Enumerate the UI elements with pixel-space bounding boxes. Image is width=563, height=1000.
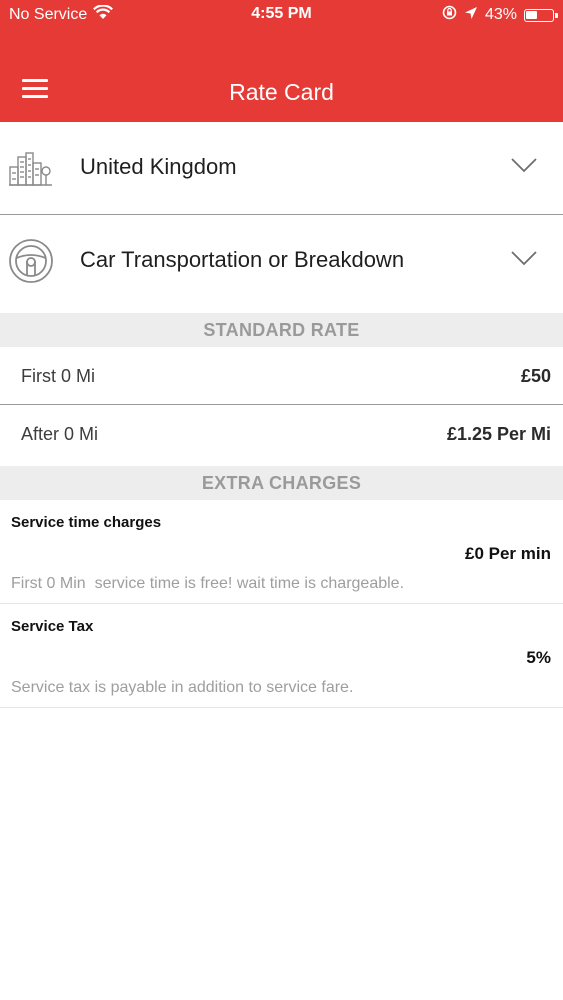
rate-label: After 0 Mi [21, 424, 99, 444]
rate-value: £50 [520, 366, 551, 386]
chevron-down-icon[interactable] [511, 249, 537, 267]
charge-item: Service time charges £0 Per min First 0 … [0, 500, 563, 604]
rate-label: First 0 Mi [21, 366, 95, 386]
charge-amount: 5% [526, 648, 551, 667]
rate-row: After 0 Mi £1.25 Per Mi [0, 405, 563, 462]
app-header: No Service 4:55 PM 43% Rate Card [0, 0, 563, 122]
charge-amount: £0 Per min [465, 544, 551, 563]
battery-percent: 43% [484, 6, 517, 23]
country-dropdown[interactable]: United Kingdom [0, 122, 563, 214]
battery-icon [524, 8, 558, 22]
battery-fill [526, 10, 537, 19]
charge-name: Service time charges [11, 514, 162, 531]
extra-charges-heading: EXTRA CHARGES [0, 466, 563, 500]
country-label: United Kingdom [80, 154, 237, 179]
service-dropdown[interactable]: Car Transportation or Breakdown [0, 215, 563, 307]
orientation-lock-icon [442, 5, 457, 25]
location-arrow-icon [464, 6, 478, 25]
city-skyline-icon [8, 145, 54, 191]
chevron-down-icon[interactable] [511, 156, 537, 174]
service-label: Car Transportation or Breakdown [80, 247, 405, 272]
status-bar: No Service 4:55 PM 43% [0, 0, 563, 30]
charge-item: Service Tax 5% Service tax is payable in… [0, 604, 563, 708]
standard-rate-heading: STANDARD RATE [0, 313, 563, 347]
page-title: Rate Card [229, 79, 334, 105]
charge-description: Service tax is payable in addition to se… [11, 679, 354, 696]
charge-name: Service Tax [11, 618, 94, 635]
rate-value: £1.25 Per Mi [446, 424, 551, 444]
steering-wheel-icon [8, 238, 54, 284]
rate-row: First 0 Mi £50 [0, 347, 563, 404]
charge-description: First 0 Min service time is free! wait t… [11, 575, 405, 592]
